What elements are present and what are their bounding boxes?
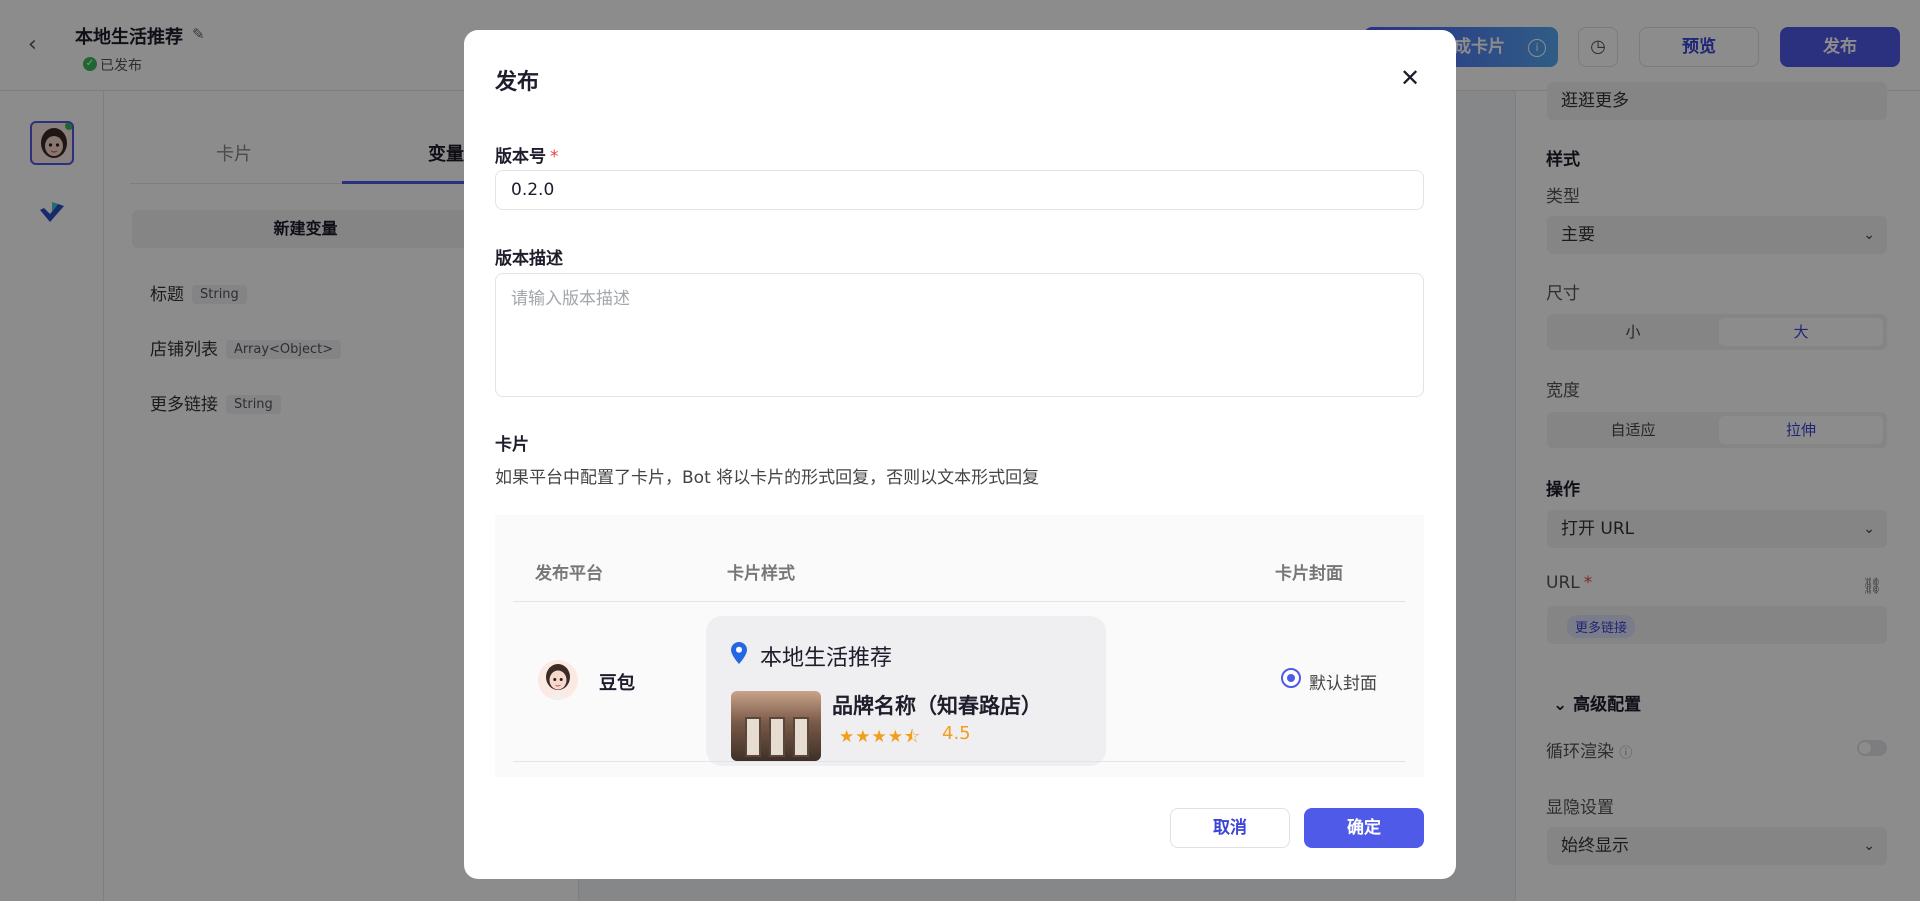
version-input[interactable] — [495, 170, 1424, 210]
platform-table: 发布平台 卡片样式 卡片封面 豆包 本地生活推荐 品牌名称（知春路店） ★★★★… — [495, 515, 1424, 777]
default-cover-radio[interactable] — [1281, 668, 1301, 688]
platform-avatar — [538, 660, 578, 700]
description-label: 版本描述 — [495, 249, 563, 269]
cancel-button[interactable]: 取消 — [1170, 808, 1290, 848]
card-hint: 如果平台中配置了卡片，Bot 将以卡片的形式回复，否则以文本形式回复 — [495, 468, 1040, 488]
confirm-button[interactable]: 确定 — [1304, 808, 1424, 848]
column-header-card-style: 卡片样式 — [727, 564, 795, 584]
description-textarea[interactable] — [495, 273, 1424, 397]
card-section-title: 卡片 — [495, 435, 529, 455]
column-header-platform: 发布平台 — [535, 564, 603, 584]
rating-value: 4.5 — [942, 723, 971, 744]
rating-stars-icon: ★★★★⯪ — [839, 727, 922, 747]
header-divider — [513, 601, 1405, 602]
location-pin-icon — [731, 642, 747, 664]
card-preview-title: 本地生活推荐 — [760, 646, 893, 671]
version-label-text: 版本号 — [495, 147, 546, 167]
platform-name: 豆包 — [599, 673, 635, 694]
version-label: 版本号 * — [495, 142, 559, 167]
card-preview: 本地生活推荐 品牌名称（知春路店） ★★★★⯪ 4.5 — [706, 616, 1106, 766]
dialog-title: 发布 — [495, 70, 540, 95]
column-header-card-cover: 卡片封面 — [1275, 564, 1343, 584]
shop-name: 品牌名称（知春路店） — [832, 694, 1042, 718]
required-asterisk: * — [550, 147, 559, 167]
default-cover-label: 默认封面 — [1309, 674, 1377, 694]
shop-image — [731, 691, 821, 761]
row-divider — [513, 761, 1405, 762]
close-icon[interactable]: ✕ — [1398, 66, 1422, 90]
publish-dialog: 发布 ✕ 版本号* 版本描述 卡片 如果平台中配置了卡片，Bot 将以卡片的形式… — [464, 30, 1456, 879]
